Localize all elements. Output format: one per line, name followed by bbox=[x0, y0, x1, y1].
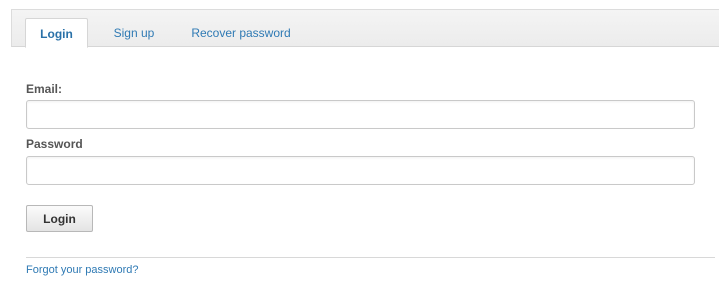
forgot-password-link[interactable]: Forgot your password? bbox=[26, 264, 139, 276]
tab-bar: Login Sign up Recover password bbox=[11, 9, 719, 48]
email-field[interactable] bbox=[26, 100, 695, 129]
tab-signup[interactable]: Sign up bbox=[108, 18, 160, 48]
tab-login[interactable]: Login bbox=[25, 18, 88, 48]
email-label: Email: bbox=[26, 82, 63, 96]
tab-recover-password[interactable]: Recover password bbox=[185, 18, 297, 48]
password-field[interactable] bbox=[26, 156, 695, 185]
password-label: Password bbox=[26, 137, 83, 151]
divider bbox=[26, 257, 715, 258]
login-button[interactable]: Login bbox=[26, 205, 93, 232]
